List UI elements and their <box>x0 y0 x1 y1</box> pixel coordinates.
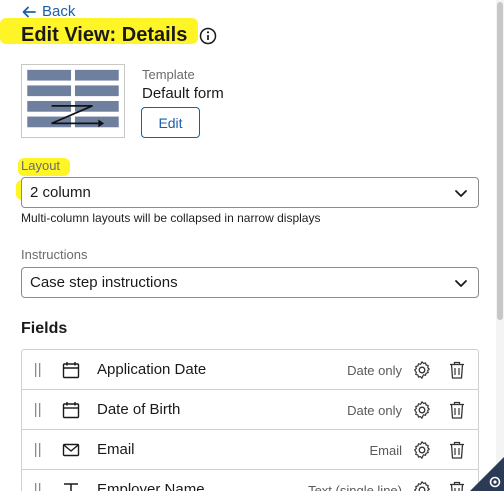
drag-handle-icon[interactable] <box>34 402 42 418</box>
field-type: Date only <box>347 363 402 378</box>
drag-handle-icon[interactable] <box>34 482 42 491</box>
drag-handle-icon[interactable] <box>34 362 42 378</box>
info-icon[interactable] <box>199 27 217 45</box>
back-link[interactable]: Back <box>22 3 75 20</box>
envelope-icon <box>62 443 80 457</box>
template-label: Template <box>142 67 195 82</box>
fields-title: Fields <box>21 320 68 337</box>
trash-icon[interactable] <box>448 360 466 380</box>
layout-label: Layout <box>21 158 61 173</box>
field-row[interactable]: Email Email <box>22 430 478 470</box>
field-type: Date only <box>347 403 402 418</box>
gear-icon[interactable] <box>412 400 432 420</box>
trash-icon[interactable] <box>448 480 466 491</box>
layout-select-value: 2 column <box>30 184 91 201</box>
template-thumbnail <box>21 64 125 138</box>
gear-icon[interactable] <box>412 360 432 380</box>
field-row[interactable]: Employer Name Text (single line) <box>22 470 478 491</box>
field-name: Email <box>97 441 135 458</box>
chevron-down-icon <box>455 280 467 287</box>
calendar-icon <box>62 402 80 419</box>
field-name: Employer Name <box>97 481 205 491</box>
chevron-down-icon <box>455 190 467 197</box>
field-row[interactable]: Date of Birth Date only <box>22 390 478 430</box>
settings-corner-icon[interactable] <box>470 457 504 491</box>
instructions-label: Instructions <box>21 247 88 262</box>
field-name: Date of Birth <box>97 401 181 418</box>
field-name: Application Date <box>97 361 207 378</box>
field-type: Text (single line) <box>308 483 402 491</box>
instructions-select[interactable]: Case step instructions <box>21 267 479 298</box>
instructions-select-value: Case step instructions <box>30 274 178 291</box>
gear-icon[interactable] <box>412 440 432 460</box>
text-icon <box>64 483 78 491</box>
field-type: Email <box>369 443 402 458</box>
edit-template-button[interactable]: Edit <box>141 107 200 138</box>
layout-hint: Multi-column layouts will be collapsed i… <box>21 211 321 225</box>
template-value: Default form <box>142 85 224 102</box>
field-row[interactable]: Application Date Date only <box>22 350 478 390</box>
back-label: Back <box>42 3 76 20</box>
gear-icon[interactable] <box>412 480 432 491</box>
drag-handle-icon[interactable] <box>34 442 42 458</box>
calendar-icon <box>62 362 80 379</box>
form-layout-icon <box>27 69 119 128</box>
trash-icon[interactable] <box>448 440 466 460</box>
scrollbar-thumb[interactable] <box>497 2 503 320</box>
layout-select[interactable]: 2 column <box>21 177 479 208</box>
page-title: Edit View: Details <box>21 24 188 46</box>
arrow-left-icon <box>22 6 36 17</box>
scrollbar[interactable] <box>496 0 504 491</box>
fields-list: Application Date Date only Date of Birth… <box>21 349 479 491</box>
trash-icon[interactable] <box>448 400 466 420</box>
